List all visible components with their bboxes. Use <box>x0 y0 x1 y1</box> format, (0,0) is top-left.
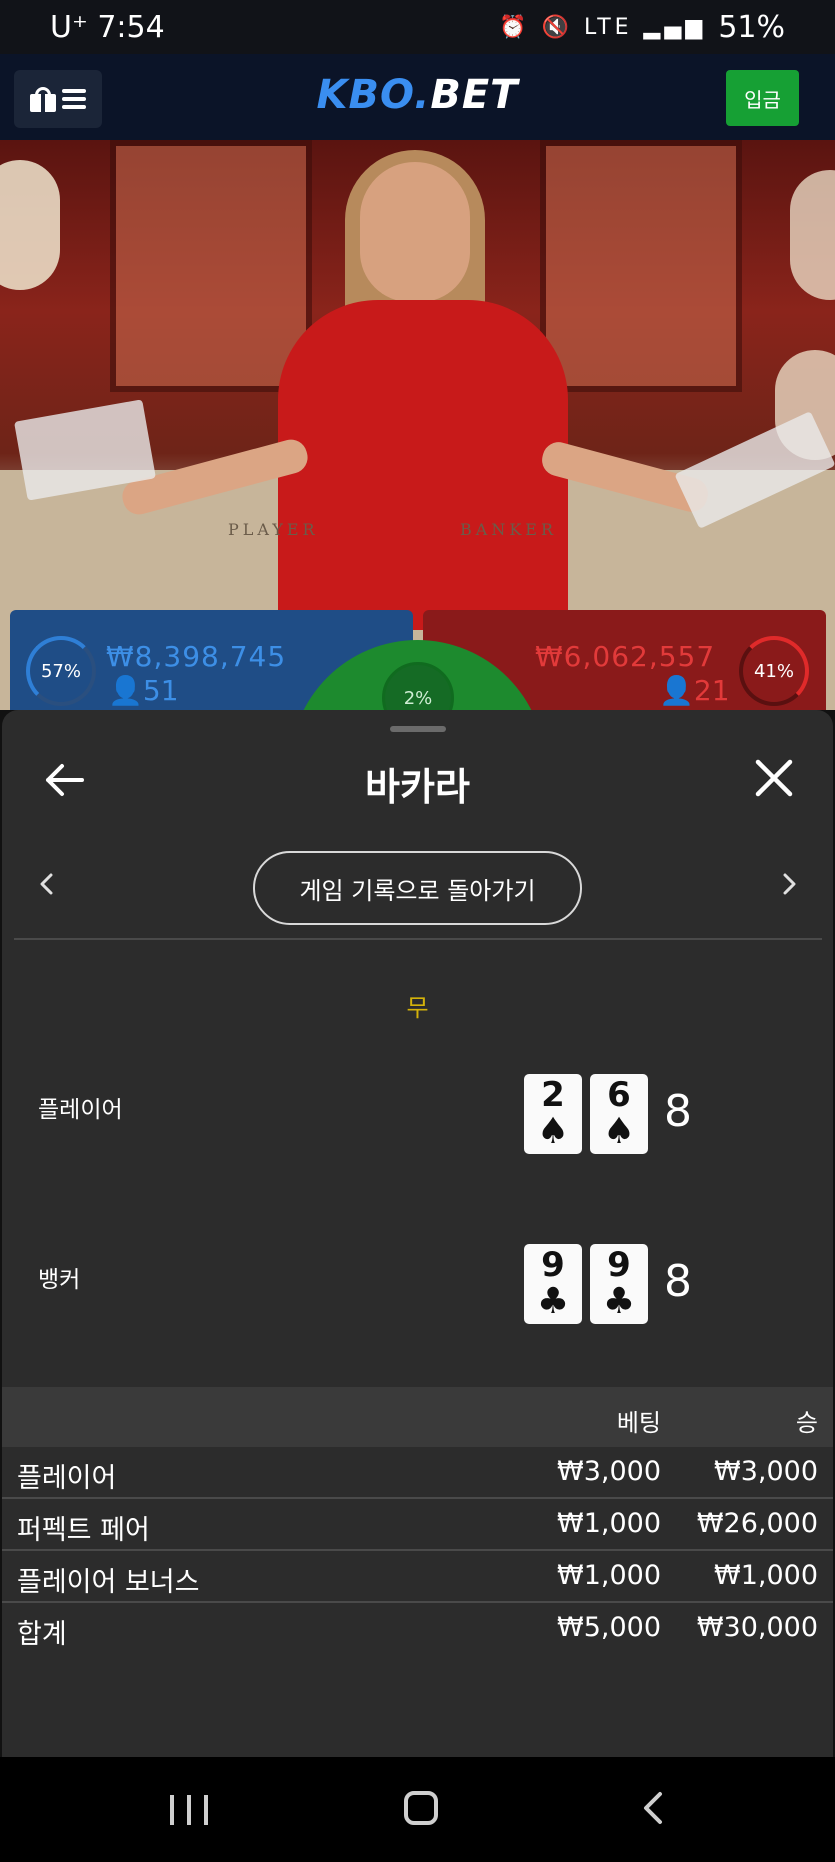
dealer-face <box>360 162 470 302</box>
player-score: 8 <box>664 1086 692 1137</box>
bet-results-header: 베팅 승 <box>2 1387 833 1447</box>
player-percent-ring: 57% <box>26 636 96 706</box>
table-row: 플레이어 ₩3,000 ₩3,000 <box>2 1447 833 1499</box>
system-back-icon[interactable] <box>636 1791 670 1825</box>
bet-amount: ₩3,000 <box>557 1456 661 1487</box>
logo-bet: BET <box>430 72 519 118</box>
total-win-amount: ₩30,000 <box>696 1612 818 1643</box>
tie-percent: 2% <box>403 687 433 709</box>
logo-dot: . <box>414 72 431 118</box>
bet-type: 플레이어 <box>17 1463 117 1494</box>
bet-type: 플레이어 보너스 <box>17 1567 200 1598</box>
user-icon: 👤 <box>659 674 694 707</box>
banker-bettor-count: 👤21 <box>659 674 730 707</box>
playing-card: 9 ♣ <box>524 1244 582 1324</box>
back-to-history-button[interactable]: 게임 기록으로 돌아가기 <box>253 851 582 925</box>
player-bettor-count: 👤51 <box>108 674 179 707</box>
player-bet-amount: ₩8,398,745 <box>106 640 287 673</box>
win-amount: ₩1,000 <box>714 1560 818 1591</box>
table-label-banker: BANKER <box>460 520 557 539</box>
playing-card: 6 ♠ <box>590 1074 648 1154</box>
next-round-icon[interactable] <box>778 873 800 895</box>
kbo-bet-logo[interactable]: KBO.BET <box>0 72 835 118</box>
bet-type: 퍼펙트 페어 <box>17 1515 150 1546</box>
clock: 7:54 <box>97 9 165 45</box>
player-hand-label: 플레이어 <box>38 1097 123 1123</box>
previous-round-icon[interactable] <box>36 873 58 895</box>
round-result-sheet: 바카라 게임 기록으로 돌아가기 무 플레이어 2 ♠ 6 ♠ 8 뱅커 9 ♣ 9 ♣… <box>2 710 833 1757</box>
table-label-player: PLAYER <box>228 520 319 539</box>
deposit-button[interactable]: 입금 <box>726 70 799 126</box>
table-row: 플레이어 보너스 ₩1,000 ₩1,000 <box>2 1551 833 1603</box>
round-result-label: 무 <box>406 994 429 1022</box>
lantern <box>0 160 60 290</box>
total-bet-amount: ₩5,000 <box>557 1612 661 1643</box>
status-right: ⏰ 🔇 LTE ▂▄▆ 51% <box>499 10 785 45</box>
system-nav-bar <box>0 1757 835 1862</box>
drag-handle[interactable] <box>390 726 446 732</box>
win-amount: ₩3,000 <box>714 1456 818 1487</box>
playing-card: 9 ♣ <box>590 1244 648 1324</box>
table-total-row: 합계 ₩5,000 ₩30,000 <box>2 1603 833 1655</box>
win-column-header: 승 <box>795 1409 818 1437</box>
sheet-title: 바카라 <box>365 765 470 809</box>
background-window <box>540 140 742 392</box>
banker-score: 8 <box>664 1256 692 1307</box>
carrier-label: U⁺ <box>50 9 88 45</box>
home-icon[interactable] <box>404 1791 438 1825</box>
bet-amount: ₩1,000 <box>557 1560 661 1591</box>
close-icon[interactable] <box>752 756 796 800</box>
banker-percent: 41% <box>753 660 794 682</box>
dealer-dress <box>278 300 568 630</box>
banker-hand-label: 뱅커 <box>38 1267 81 1293</box>
user-icon: 👤 <box>108 674 143 707</box>
win-amount: ₩26,000 <box>696 1508 818 1539</box>
lantern <box>790 170 835 300</box>
bet-column-header: 베팅 <box>616 1409 661 1437</box>
app-header: KBO.BET 입금 <box>0 54 835 141</box>
status-left: U⁺ 7:54 <box>50 10 165 45</box>
logo-kbo: KBO <box>316 72 415 118</box>
total-label: 합계 <box>17 1619 67 1650</box>
playing-card: 2 ♠ <box>524 1074 582 1154</box>
status-icons: ⏰ 🔇 LTE ▂▄▆ <box>499 14 707 40</box>
player-percent: 57% <box>40 660 81 682</box>
bet-amount: ₩1,000 <box>557 1508 661 1539</box>
battery-level: 51% <box>718 9 785 45</box>
divider <box>14 938 822 940</box>
banker-bet-amount: ₩6,062,557 <box>535 640 716 673</box>
status-bar: U⁺ 7:54 ⏰ 🔇 LTE ▂▄▆ 51% <box>0 0 835 54</box>
recent-apps-icon[interactable] <box>170 1795 208 1825</box>
table-row: 퍼펙트 페어 ₩1,000 ₩26,000 <box>2 1499 833 1551</box>
banker-percent-ring: 41% <box>739 636 809 706</box>
background-window <box>110 140 312 392</box>
